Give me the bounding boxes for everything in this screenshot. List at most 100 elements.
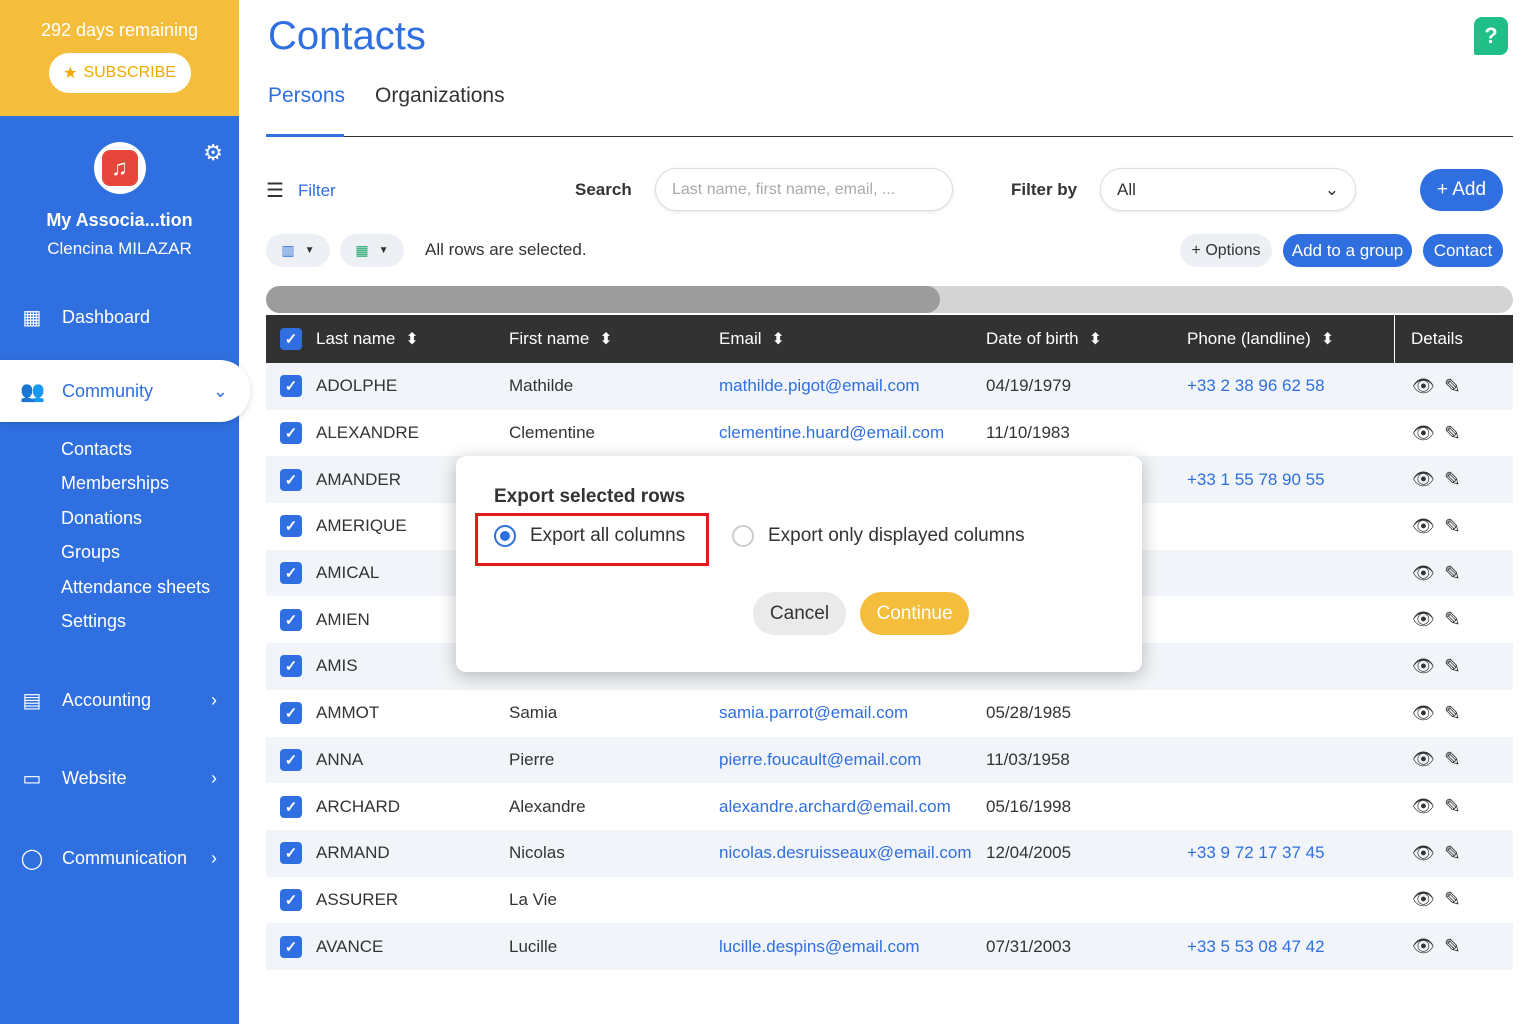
row-checkbox[interactable]: ✓ [280, 923, 302, 970]
add-button[interactable]: + Add [1420, 169, 1503, 211]
caret-down-icon: ▼ [304, 245, 315, 256]
edit-icon[interactable]: ✎ [1444, 923, 1461, 970]
export-button[interactable]: ▦ ▼ [340, 234, 404, 267]
edit-icon[interactable]: ✎ [1444, 690, 1461, 737]
cell-phone[interactable]: +33 9 72 17 37 45 [1187, 830, 1325, 877]
header-email[interactable]: Email ⬍ [719, 315, 785, 363]
cell-dob: 11/10/1983 [986, 423, 1070, 443]
edit-icon[interactable]: ✎ [1444, 596, 1461, 643]
cell-email[interactable]: alexandre.archard@email.com [719, 783, 951, 830]
cell-email[interactable]: samia.parrot@email.com [719, 690, 908, 737]
edit-icon[interactable]: ✎ [1444, 877, 1461, 924]
edit-icon[interactable]: ✎ [1444, 550, 1461, 597]
cell-dob: 11/03/1958 [986, 749, 1070, 769]
table-row[interactable]: ✓ ARCHARD Alexandre alexandre.archard@em… [266, 783, 1513, 830]
row-checkbox[interactable]: ✓ [280, 456, 302, 503]
gear-icon[interactable]: ⚙ [203, 140, 223, 166]
search-input[interactable] [655, 168, 953, 211]
nav-website[interactable]: ▭ Website › [0, 747, 239, 809]
export-all-radio[interactable]: Export all columns [494, 525, 685, 547]
eye-icon[interactable]: 👁 [1412, 783, 1435, 830]
eye-icon[interactable]: 👁 [1412, 830, 1435, 877]
row-checkbox[interactable]: ✓ [280, 690, 302, 737]
cell-phone[interactable]: +33 2 38 96 62 58 [1187, 363, 1325, 410]
export-displayed-radio[interactable]: Export only displayed columns [732, 525, 1025, 547]
cell-email[interactable]: nicolas.desruisseaux@email.com [719, 830, 972, 877]
eye-icon[interactable]: 👁 [1412, 690, 1435, 737]
edit-icon[interactable]: ✎ [1444, 737, 1461, 784]
nav-community[interactable]: 👥 Community ⌄ [0, 360, 250, 422]
nav-communication[interactable]: ◯ Communication › [0, 827, 239, 889]
row-checkbox[interactable]: ✓ [280, 550, 302, 597]
edit-icon[interactable]: ✎ [1444, 456, 1461, 503]
row-checkbox[interactable]: ✓ [280, 737, 302, 784]
filter-toggle[interactable]: ☰ Filter [266, 178, 336, 203]
cell-email[interactable]: mathilde.pigot@email.com [719, 363, 920, 410]
row-checkbox[interactable]: ✓ [280, 830, 302, 877]
edit-icon[interactable]: ✎ [1444, 363, 1461, 410]
eye-icon[interactable]: 👁 [1412, 456, 1435, 503]
columns-toggle-button[interactable]: ▥ ▼ [266, 234, 330, 267]
table-row[interactable]: ✓ ARMAND Nicolas nicolas.desruisseaux@em… [266, 829, 1513, 877]
eye-icon[interactable]: 👁 [1412, 550, 1435, 597]
row-checkbox[interactable]: ✓ [280, 363, 302, 410]
tab-organizations[interactable]: Organizations [375, 84, 505, 108]
eye-icon[interactable]: 👁 [1412, 596, 1435, 643]
header-phone[interactable]: Phone (landline) ⬍ [1187, 315, 1334, 363]
submenu-contacts[interactable]: Contacts [61, 432, 239, 467]
cell-phone[interactable]: +33 1 55 78 90 55 [1187, 456, 1325, 503]
eye-icon[interactable]: 👁 [1412, 923, 1435, 970]
select-all-checkbox[interactable]: ✓ [280, 315, 302, 363]
filterby-select[interactable]: All ⌄ [1100, 168, 1356, 211]
submenu-settings[interactable]: Settings [61, 605, 239, 640]
cell-email[interactable]: pierre.foucault@email.com [719, 737, 921, 784]
submenu-memberships[interactable]: Memberships [61, 467, 239, 502]
row-checkbox[interactable]: ✓ [280, 877, 302, 924]
eye-icon[interactable]: 👁 [1412, 503, 1435, 550]
horizontal-scrollbar[interactable] [266, 286, 1513, 313]
header-dob[interactable]: Date of birth ⬍ [986, 315, 1102, 363]
table-row[interactable]: ✓ ALEXANDRE Clementine clementine.huard@… [266, 409, 1513, 457]
help-button[interactable]: ? [1474, 17, 1508, 55]
table-row[interactable]: ✓ AMMOT Samia samia.parrot@email.com 05/… [266, 689, 1513, 737]
table-row[interactable]: ✓ AVANCE Lucille lucille.despins@email.c… [266, 923, 1513, 970]
eye-icon[interactable]: 👁 [1412, 877, 1435, 924]
contact-button[interactable]: Contact [1423, 234, 1503, 267]
row-checkbox[interactable]: ✓ [280, 410, 302, 457]
submenu-donations[interactable]: Donations [61, 501, 239, 536]
check-icon: ✓ [280, 375, 302, 398]
eye-icon[interactable]: 👁 [1412, 363, 1435, 410]
cancel-button[interactable]: Cancel [753, 592, 846, 635]
add-to-group-button[interactable]: Add to a group [1283, 234, 1412, 267]
row-checkbox[interactable]: ✓ [280, 643, 302, 690]
header-first-name[interactable]: First name ⬍ [509, 315, 613, 363]
tab-persons[interactable]: Persons [268, 84, 345, 108]
eye-icon[interactable]: 👁 [1412, 643, 1435, 690]
edit-icon[interactable]: ✎ [1444, 410, 1461, 457]
continue-button[interactable]: Continue [860, 592, 969, 635]
edit-icon[interactable]: ✎ [1444, 783, 1461, 830]
cell-email[interactable]: clementine.huard@email.com [719, 410, 944, 457]
edit-icon[interactable]: ✎ [1444, 643, 1461, 690]
table-row[interactable]: ✓ ASSURER La Vie 👁 ✎ [266, 876, 1513, 924]
row-checkbox[interactable]: ✓ [280, 503, 302, 550]
table-row[interactable]: ✓ ANNA Pierre pierre.foucault@email.com … [266, 736, 1513, 784]
row-checkbox[interactable]: ✓ [280, 596, 302, 643]
subscribe-button[interactable]: ★ SUBSCRIBE [48, 53, 191, 93]
edit-icon[interactable]: ✎ [1444, 503, 1461, 550]
table-row[interactable]: ✓ ADOLPHE Mathilde mathilde.pigot@email.… [266, 363, 1513, 410]
submenu-groups[interactable]: Groups [61, 536, 239, 571]
cell-email[interactable]: lucille.despins@email.com [719, 923, 920, 970]
edit-icon[interactable]: ✎ [1444, 830, 1461, 877]
cell-first-name: Lucille [509, 936, 558, 956]
submenu-attendance-sheets[interactable]: Attendance sheets [61, 570, 239, 605]
row-checkbox[interactable]: ✓ [280, 783, 302, 830]
eye-icon[interactable]: 👁 [1412, 410, 1435, 457]
eye-icon[interactable]: 👁 [1412, 737, 1435, 784]
options-button[interactable]: + Options [1180, 234, 1272, 267]
scrollbar-thumb[interactable] [266, 286, 940, 313]
nav-dashboard[interactable]: ▦ Dashboard [0, 286, 239, 348]
nav-accounting[interactable]: ▤ Accounting › [0, 669, 239, 731]
cell-phone[interactable]: +33 5 53 08 47 42 [1187, 923, 1325, 970]
header-last-name[interactable]: Last name ⬍ [316, 315, 419, 363]
